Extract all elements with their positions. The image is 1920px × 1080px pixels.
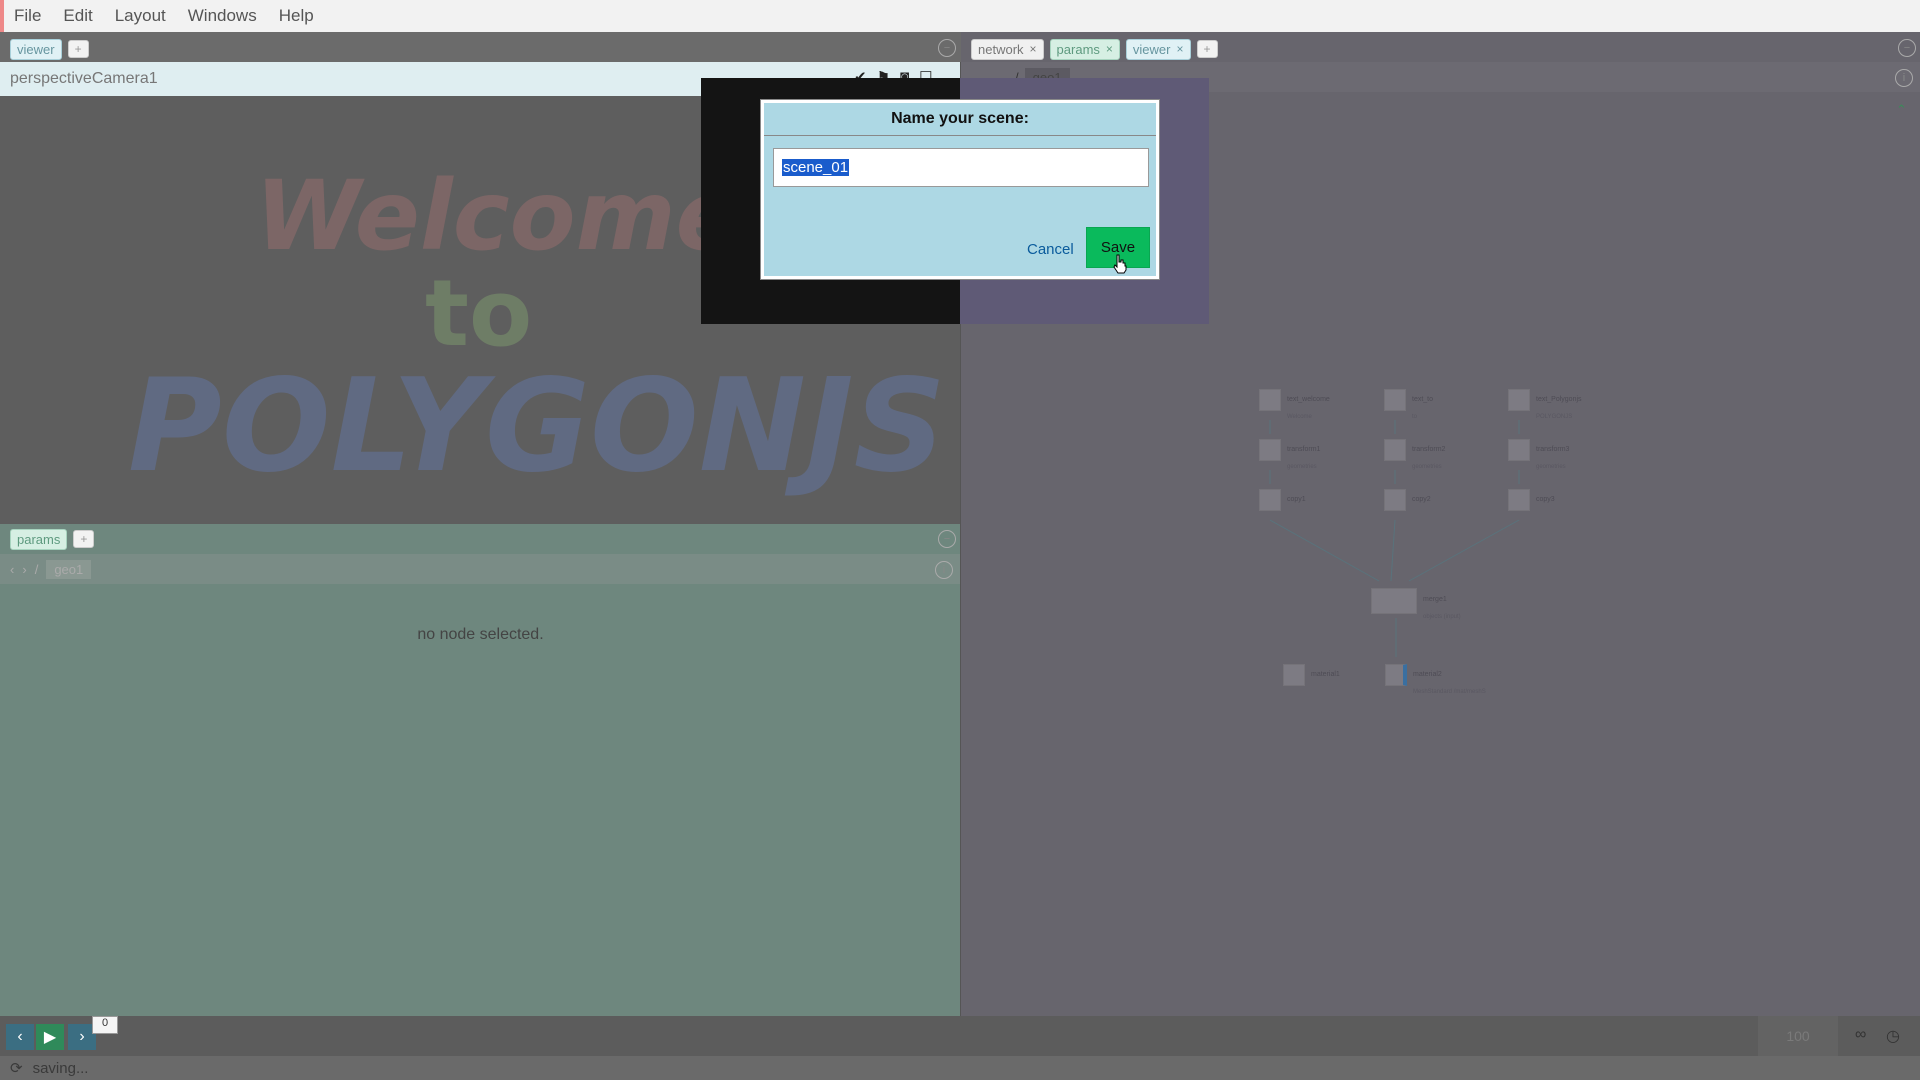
- breadcrumb[interactable]: geo1: [46, 559, 92, 579]
- params-path-bar: ‹ › / geo1: [0, 554, 961, 584]
- node-sublabel: geometries: [1412, 464, 1442, 470]
- menu-windows[interactable]: Windows: [188, 6, 257, 26]
- node-transform2[interactable]: [1384, 439, 1406, 461]
- tab-params[interactable]: params: [10, 528, 68, 550]
- loop-icon[interactable]: ∞: [1855, 1026, 1866, 1044]
- node-transform3[interactable]: [1508, 439, 1530, 461]
- menu-layout[interactable]: Layout: [115, 6, 166, 26]
- node-label: merge1: [1423, 596, 1447, 603]
- node-label: material1: [1311, 671, 1340, 678]
- menu-bar: File Edit Layout Windows Help: [0, 0, 1920, 32]
- sync-icon: ⟳: [10, 1060, 23, 1077]
- timeline[interactable]: ‹ ▶ › 0 100 ∞ ◷: [0, 1016, 1920, 1056]
- node-text-welcome[interactable]: [1259, 389, 1281, 411]
- node-sublabel: to: [1412, 414, 1418, 420]
- node-sublabel: geometries: [1287, 464, 1317, 470]
- params-collapse-button[interactable]: −: [938, 530, 956, 548]
- node-sublabel: POLYGONJS: [1536, 414, 1573, 420]
- clock-icon[interactable]: ◷: [1886, 1026, 1900, 1046]
- params-tabstrip: params +: [0, 524, 95, 554]
- node-text-to[interactable]: [1384, 389, 1406, 411]
- welcome-text: Welcome: [255, 160, 741, 272]
- node-sublabel: geometries: [1536, 464, 1566, 470]
- node-merge1[interactable]: [1371, 588, 1417, 614]
- back-icon[interactable]: ‹: [10, 562, 14, 577]
- node-label: text_welcome: [1287, 396, 1330, 403]
- save-scene-dialog: Name your scene: scene_01 Cancel Save: [761, 100, 1159, 279]
- node-copy3[interactable]: [1508, 489, 1530, 511]
- node-sublabel: MeshStandard /mat/meshS: [1413, 689, 1486, 695]
- status-bar: ⟳ saving...: [0, 1056, 1920, 1080]
- node-copy1[interactable]: [1259, 489, 1281, 511]
- cancel-button[interactable]: Cancel: [1027, 241, 1074, 258]
- node-label: copy2: [1412, 496, 1431, 503]
- node-label: copy1: [1287, 496, 1306, 503]
- node-text-polygonjs[interactable]: [1508, 389, 1530, 411]
- empty-message: no node selected.: [417, 626, 544, 643]
- forward-icon[interactable]: ›: [22, 562, 26, 577]
- node-label: transform3: [1536, 446, 1570, 453]
- viewer-collapse-button[interactable]: −: [938, 39, 956, 57]
- polygonjs-text: POLYGONJS: [128, 352, 946, 501]
- node-label: text_to: [1412, 396, 1434, 403]
- node-label: material2: [1413, 671, 1442, 678]
- prev-frame-button[interactable]: ‹: [6, 1024, 34, 1050]
- menu-file[interactable]: File: [14, 6, 41, 26]
- node-label: transform2: [1412, 446, 1446, 453]
- dialog-title: Name your scene:: [764, 103, 1156, 136]
- path-separator: /: [34, 561, 39, 577]
- frame-marker[interactable]: 0: [92, 1016, 118, 1034]
- tab-viewer[interactable]: viewer: [10, 38, 62, 60]
- node-label: transform1: [1287, 446, 1321, 453]
- menu-accent: [0, 0, 4, 32]
- add-tab-button[interactable]: +: [67, 40, 89, 58]
- menu-edit[interactable]: Edit: [63, 6, 92, 26]
- node-sublabel: Welcome: [1287, 414, 1312, 420]
- node-label: text_Polygonjs: [1536, 396, 1582, 403]
- camera-name[interactable]: perspectiveCamera1: [10, 70, 158, 88]
- selected-text: scene_01: [782, 159, 850, 176]
- node-label: copy3: [1536, 496, 1555, 503]
- info-icon[interactable]: i: [935, 561, 953, 579]
- node-sublabel: objects (input): [1423, 614, 1461, 620]
- menu-help[interactable]: Help: [279, 6, 314, 26]
- status-text: saving...: [32, 1059, 89, 1077]
- node-transform1[interactable]: [1259, 439, 1281, 461]
- scene-name-input[interactable]: scene_01: [773, 148, 1149, 187]
- to-text: to: [425, 260, 533, 367]
- add-tab-button[interactable]: +: [73, 530, 95, 548]
- hand-cursor-icon: [1113, 254, 1127, 274]
- play-button[interactable]: ▶: [36, 1024, 64, 1050]
- node-material1[interactable]: [1283, 664, 1305, 686]
- viewer-tabstrip: viewer +: [0, 34, 89, 64]
- node-copy2[interactable]: [1384, 489, 1406, 511]
- params-panel: params + − ‹ › / geo1 i no node selected…: [0, 524, 961, 1016]
- end-frame-field[interactable]: 100: [1758, 1016, 1838, 1056]
- node-material2[interactable]: [1385, 664, 1407, 686]
